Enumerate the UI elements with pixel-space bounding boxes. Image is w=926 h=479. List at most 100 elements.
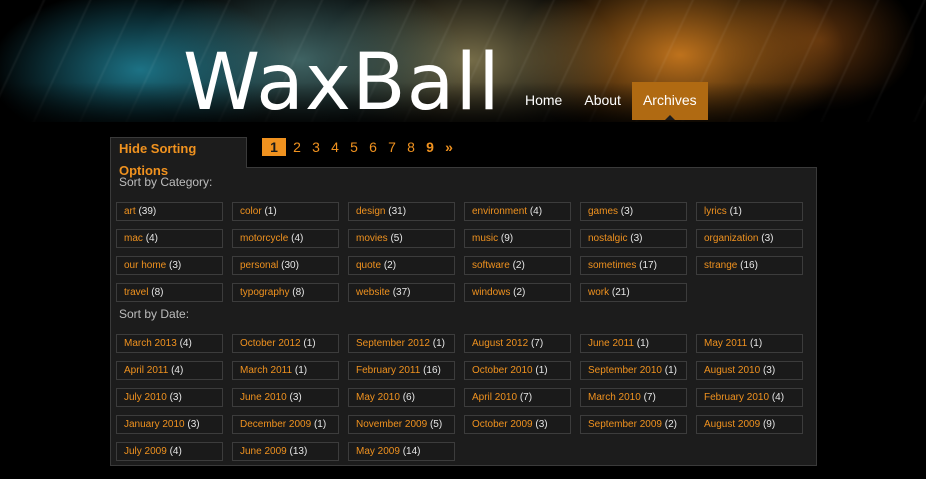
date-tag-label[interactable]: March 2011 <box>240 365 292 376</box>
category-tag[interactable]: organization (3) <box>696 229 803 248</box>
date-tag-label[interactable]: October 2009 <box>472 419 533 430</box>
date-tag-label[interactable]: July 2010 <box>124 392 167 403</box>
nav-home[interactable]: Home <box>514 82 573 120</box>
category-tag[interactable]: personal (30) <box>232 256 339 275</box>
date-tag[interactable]: February 2011 (16) <box>348 361 455 380</box>
page-5[interactable]: 5 <box>346 138 362 156</box>
date-tag[interactable]: August 2012 (7) <box>464 334 571 353</box>
date-tag-label[interactable]: May 2009 <box>356 446 400 457</box>
category-tag[interactable]: art (39) <box>116 202 223 221</box>
date-tag[interactable]: October 2009 (3) <box>464 415 571 434</box>
next-page-link[interactable]: » <box>441 138 457 156</box>
category-tag-label[interactable]: color <box>240 206 262 217</box>
category-tag-label[interactable]: strange <box>704 260 737 271</box>
date-tag-label[interactable]: June 2009 <box>240 446 287 457</box>
category-tag[interactable]: travel (8) <box>116 283 223 302</box>
date-tag-label[interactable]: August 2012 <box>472 338 528 349</box>
nav-about[interactable]: About <box>573 82 632 120</box>
category-tag-label[interactable]: environment <box>472 206 527 217</box>
category-tag-label[interactable]: work <box>588 287 609 298</box>
category-tag[interactable]: strange (16) <box>696 256 803 275</box>
category-tag[interactable]: environment (4) <box>464 202 571 221</box>
category-tag-label[interactable]: art <box>124 206 136 217</box>
category-tag[interactable]: quote (2) <box>348 256 455 275</box>
date-tag[interactable]: August 2010 (3) <box>696 361 803 380</box>
category-tag[interactable]: motorcycle (4) <box>232 229 339 248</box>
date-tag[interactable]: May 2011 (1) <box>696 334 803 353</box>
date-tag-label[interactable]: July 2009 <box>124 446 167 457</box>
date-tag[interactable]: March 2011 (1) <box>232 361 339 380</box>
category-tag-label[interactable]: nostalgic <box>588 233 627 244</box>
date-tag-label[interactable]: June 2011 <box>588 338 634 349</box>
page-7[interactable]: 7 <box>384 138 400 156</box>
category-tag[interactable]: design (31) <box>348 202 455 221</box>
date-tag-label[interactable]: September 2009 <box>588 419 662 430</box>
date-tag[interactable]: October 2010 (1) <box>464 361 571 380</box>
date-tag[interactable]: May 2010 (6) <box>348 388 455 407</box>
category-tag-label[interactable]: motorcycle <box>240 233 288 244</box>
nav-archives[interactable]: Archives <box>631 82 708 120</box>
date-tag-label[interactable]: November 2009 <box>356 419 427 430</box>
date-tag[interactable]: July 2010 (3) <box>116 388 223 407</box>
date-tag-label[interactable]: March 2013 <box>124 338 177 349</box>
category-tag[interactable]: software (2) <box>464 256 571 275</box>
category-tag-label[interactable]: movies <box>356 233 388 244</box>
date-tag[interactable]: June 2011 (1) <box>580 334 687 353</box>
category-tag[interactable]: nostalgic (3) <box>580 229 687 248</box>
category-tag-label[interactable]: music <box>472 233 498 244</box>
category-tag[interactable]: music (9) <box>464 229 571 248</box>
date-tag[interactable]: March 2010 (7) <box>580 388 687 407</box>
date-tag-label[interactable]: September 2010 <box>588 365 662 376</box>
date-tag[interactable]: September 2012 (1) <box>348 334 455 353</box>
category-tag-label[interactable]: sometimes <box>588 260 636 271</box>
category-tag-label[interactable]: typography <box>240 287 289 298</box>
date-tag-label[interactable]: September 2012 <box>356 338 430 349</box>
date-tag-label[interactable]: January 2010 <box>124 419 185 430</box>
site-logo[interactable]: WaxBall <box>183 40 501 126</box>
category-tag[interactable]: typography (8) <box>232 283 339 302</box>
category-tag-label[interactable]: our home <box>124 260 166 271</box>
page-1[interactable]: 1 <box>262 138 286 156</box>
category-tag[interactable]: our home (3) <box>116 256 223 275</box>
category-tag[interactable]: lyrics (1) <box>696 202 803 221</box>
date-tag[interactable]: October 2012 (1) <box>232 334 339 353</box>
date-tag[interactable]: November 2009 (5) <box>348 415 455 434</box>
category-tag[interactable]: sometimes (17) <box>580 256 687 275</box>
category-tag-label[interactable]: games <box>588 206 618 217</box>
page-6[interactable]: 6 <box>365 138 381 156</box>
date-tag-label[interactable]: October 2012 <box>240 338 301 349</box>
category-tag[interactable]: windows (2) <box>464 283 571 302</box>
date-tag-label[interactable]: August 2009 <box>704 419 760 430</box>
date-tag-label[interactable]: April 2011 <box>124 365 168 376</box>
category-tag-label[interactable]: software <box>472 260 510 271</box>
category-tag[interactable]: color (1) <box>232 202 339 221</box>
date-tag-label[interactable]: April 2010 <box>472 392 517 403</box>
date-tag-label[interactable]: August 2010 <box>704 365 760 376</box>
date-tag[interactable]: June 2010 (3) <box>232 388 339 407</box>
hide-sorting-options-button[interactable]: Hide Sorting Options <box>110 137 247 178</box>
category-tag-label[interactable]: design <box>356 206 385 217</box>
date-tag-label[interactable]: March 2010 <box>588 392 641 403</box>
page-3[interactable]: 3 <box>308 138 324 156</box>
date-tag[interactable]: February 2010 (4) <box>696 388 803 407</box>
category-tag-label[interactable]: windows <box>472 287 510 298</box>
date-tag[interactable]: June 2009 (13) <box>232 442 339 461</box>
category-tag[interactable]: website (37) <box>348 283 455 302</box>
date-tag-label[interactable]: February 2010 <box>704 392 769 403</box>
category-tag-label[interactable]: mac <box>124 233 143 244</box>
date-tag[interactable]: March 2013 (4) <box>116 334 223 353</box>
date-tag[interactable]: April 2010 (7) <box>464 388 571 407</box>
category-tag-label[interactable]: travel <box>124 287 148 298</box>
page-4[interactable]: 4 <box>327 138 343 156</box>
date-tag[interactable]: December 2009 (1) <box>232 415 339 434</box>
date-tag[interactable]: April 2011 (4) <box>116 361 223 380</box>
date-tag[interactable]: September 2010 (1) <box>580 361 687 380</box>
category-tag-label[interactable]: quote <box>356 260 381 271</box>
page-2[interactable]: 2 <box>289 138 305 156</box>
date-tag[interactable]: August 2009 (9) <box>696 415 803 434</box>
date-tag-label[interactable]: June 2010 <box>240 392 287 403</box>
date-tag-label[interactable]: May 2011 <box>704 338 747 349</box>
category-tag[interactable]: games (3) <box>580 202 687 221</box>
date-tag[interactable]: May 2009 (14) <box>348 442 455 461</box>
category-tag[interactable]: work (21) <box>580 283 687 302</box>
